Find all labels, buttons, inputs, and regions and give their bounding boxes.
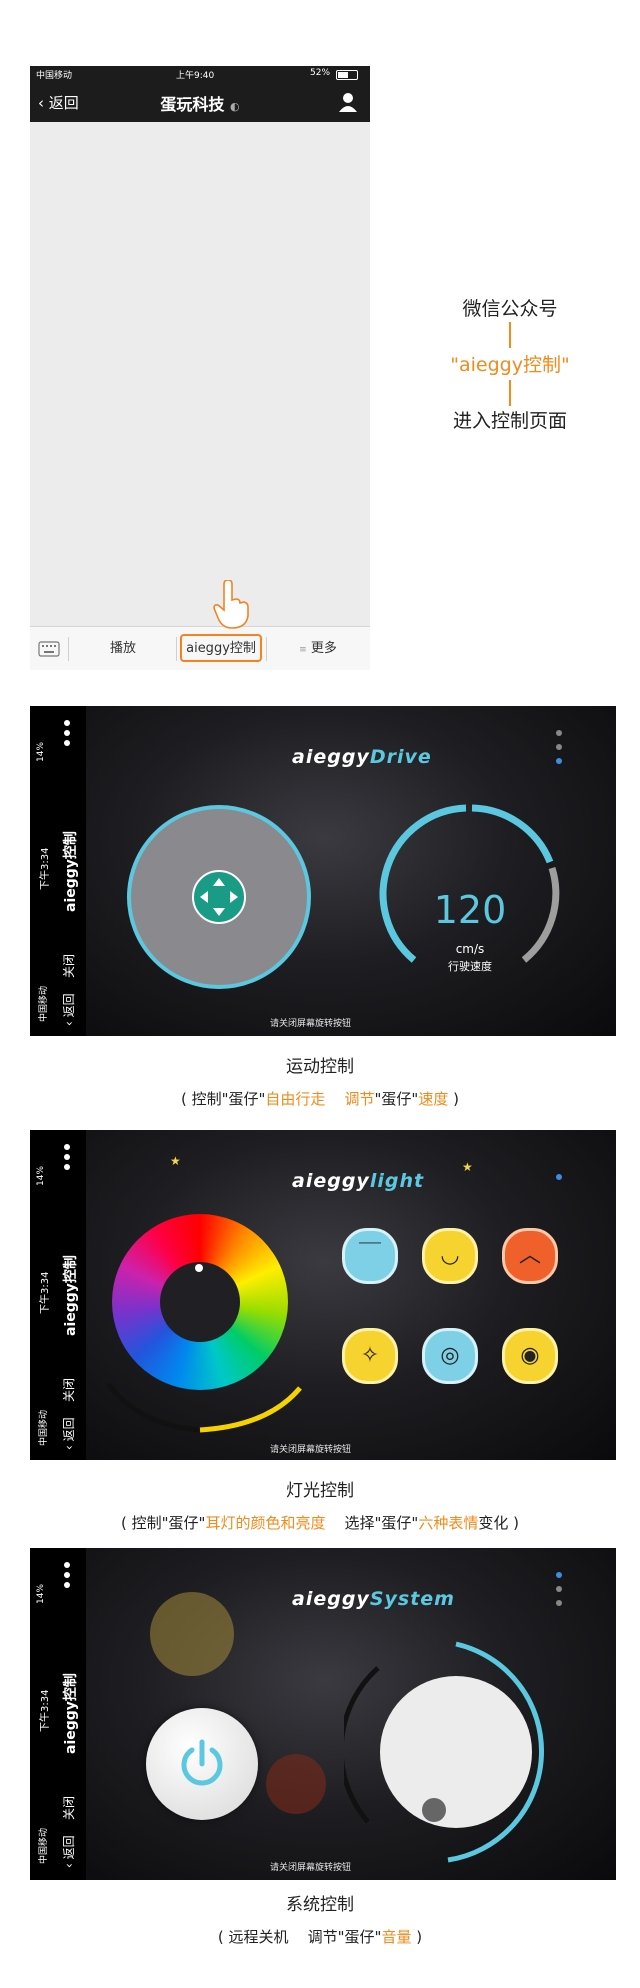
annotation-connector — [509, 322, 511, 348]
clock: 下午3:34 — [40, 1689, 51, 1732]
back-button[interactable]: ‹ 返回 — [60, 1835, 77, 1868]
battery-percent: 14% — [36, 741, 46, 762]
title-text: 蛋玩科技 — [160, 95, 225, 114]
app-title: aieggy控制 — [63, 1673, 79, 1754]
battery-percent: 14% — [36, 1165, 46, 1186]
app-title: aieggy控制 — [63, 1255, 79, 1336]
menu-divider — [68, 637, 69, 661]
rotation-hint: 请关闭屏幕旋转按钮 — [270, 1863, 352, 1873]
page-dot[interactable] — [556, 744, 562, 750]
user-icon[interactable] — [338, 91, 358, 113]
menu-highlight-frame — [180, 634, 262, 662]
face-angry-button[interactable]: ︿ — [502, 1228, 558, 1284]
clock: 上午9:40 — [176, 71, 215, 81]
app-title: aieggy控制 — [63, 831, 79, 912]
face-wink-button[interactable]: ✧ — [342, 1328, 398, 1384]
more-icon[interactable] — [64, 720, 70, 726]
rotation-hint: 请关闭屏幕旋转按钮 — [270, 1019, 352, 1029]
speed-label: 行驶速度 — [448, 960, 492, 973]
back-button[interactable]: ‹ 返回 — [60, 1417, 77, 1450]
wechat-screen: 中国移动 上午9:40 52% ‹ 返回 蛋玩科技 ◐ 播放 aieggy控制 — [30, 66, 370, 670]
menu-item-more[interactable]: ≡ 更多 — [266, 627, 370, 670]
side-status-bar: 14% 下午3:34 aieggy控制 中国移动 ‹ 返回 关闭 — [30, 706, 86, 1036]
face-happy-button[interactable]: ◡ — [422, 1228, 478, 1284]
page-dot[interactable] — [556, 1586, 562, 1592]
annotation-line1: 微信公众号 — [462, 298, 558, 320]
page-dot[interactable] — [556, 730, 562, 736]
annotation-connector — [509, 380, 511, 406]
clock: 下午3:34 — [40, 1271, 51, 1314]
brightness-slider[interactable] — [100, 1374, 310, 1440]
light-description: ( 控制"蛋仔"耳灯的颜色和亮度 选择"蛋仔"六种表情变化 ) — [121, 1514, 519, 1532]
back-button[interactable]: ‹ 返回 — [60, 993, 77, 1026]
rotation-hint: 请关闭屏幕旋转按钮 — [270, 1445, 352, 1455]
star-icon: ★ — [462, 1160, 473, 1174]
clock: 下午3:34 — [40, 847, 51, 890]
volume-knob[interactable] — [344, 1638, 570, 1868]
battery-percent: 14% — [36, 1583, 46, 1604]
light-panel: 14% 下午3:34 aieggy控制 中国移动 ‹ 返回 关闭 aieggyl… — [30, 1130, 616, 1460]
close-button[interactable]: 关闭 — [60, 1378, 77, 1402]
page-title: 蛋玩科技 ◐ — [30, 91, 370, 115]
system-panel: 14% 下午3:34 aieggy控制 中国移动 ‹ 返回 关闭 aieggyS… — [30, 1548, 616, 1880]
carrier-label: 中国移动 — [39, 1827, 49, 1864]
annotation-line2: "aieggy控制" — [450, 354, 570, 376]
color-wheel[interactable] — [112, 1214, 288, 1390]
app-logo: aieggylight — [292, 1170, 425, 1192]
speed-value: 120 — [433, 888, 507, 932]
power-button[interactable] — [146, 1708, 258, 1820]
side-status-bar: 14% 下午3:34 aieggy控制 中国移动 ‹ 返回 关闭 — [30, 1130, 86, 1460]
color-picker-handle[interactable] — [195, 1264, 203, 1272]
page-dot-active[interactable] — [556, 758, 562, 764]
battery-icon — [336, 70, 358, 80]
app-logo: aieggyDrive — [292, 746, 432, 768]
menu-bar: 播放 aieggy控制 ≡ 更多 — [30, 626, 370, 670]
system-caption: 系统控制 — [286, 1895, 354, 1915]
side-status-bar: 14% 下午3:34 aieggy控制 中国移动 ‹ 返回 关闭 — [30, 1548, 86, 1880]
page-dot[interactable] — [556, 1600, 562, 1606]
status-bar: 中国移动 上午9:40 52% — [30, 66, 370, 82]
light-caption: 灯光控制 — [286, 1481, 354, 1501]
more-label: 更多 — [310, 641, 337, 656]
ear-icon: ◐ — [229, 100, 240, 113]
carrier-label: 中国移动 — [36, 71, 73, 81]
annotation-line3: 进入控制页面 — [452, 410, 567, 432]
page-dot-active[interactable] — [556, 1174, 562, 1180]
face-surprised-button[interactable]: ◎ — [422, 1328, 478, 1384]
joystick[interactable] — [126, 804, 312, 990]
star-icon: ★ — [170, 1154, 181, 1168]
sun-illustration — [150, 1592, 234, 1676]
keyboard-icon[interactable] — [38, 639, 60, 659]
drive-caption: 运动控制 — [286, 1057, 354, 1077]
drive-panel: 14% 下午3:34 aieggy控制 中国移动 ‹ 返回 关闭 aieggyD… — [30, 706, 616, 1036]
menu-item-play[interactable]: 播放 — [70, 627, 176, 670]
close-button[interactable]: 关闭 — [60, 954, 77, 978]
speed-unit: cm/s — [455, 942, 485, 956]
app-logo: aieggySystem — [292, 1588, 455, 1610]
face-dull-button[interactable]: ￣ — [342, 1228, 398, 1284]
more-icon[interactable] — [64, 1562, 70, 1568]
battery-percent: 52% — [310, 68, 331, 78]
nav-bar: ‹ 返回 蛋玩科技 ◐ — [30, 82, 370, 122]
drive-description: ( 控制"蛋仔"自由行走 调节"蛋仔"速度 ) — [181, 1090, 459, 1108]
face-dizzy-button[interactable]: ◉ — [502, 1328, 558, 1384]
system-description: ( 远程关机 调节"蛋仔"音量 ) — [217, 1928, 423, 1946]
page-dot-active[interactable] — [556, 1572, 562, 1578]
more-icon[interactable] — [64, 1144, 70, 1150]
tap-hand-icon — [213, 580, 249, 629]
carrier-label: 中国移动 — [39, 985, 49, 1022]
carrier-label: 中国移动 — [39, 1409, 49, 1446]
power-icon — [181, 1739, 223, 1786]
close-button[interactable]: 关闭 — [60, 1796, 77, 1820]
planet-illustration — [266, 1754, 326, 1814]
